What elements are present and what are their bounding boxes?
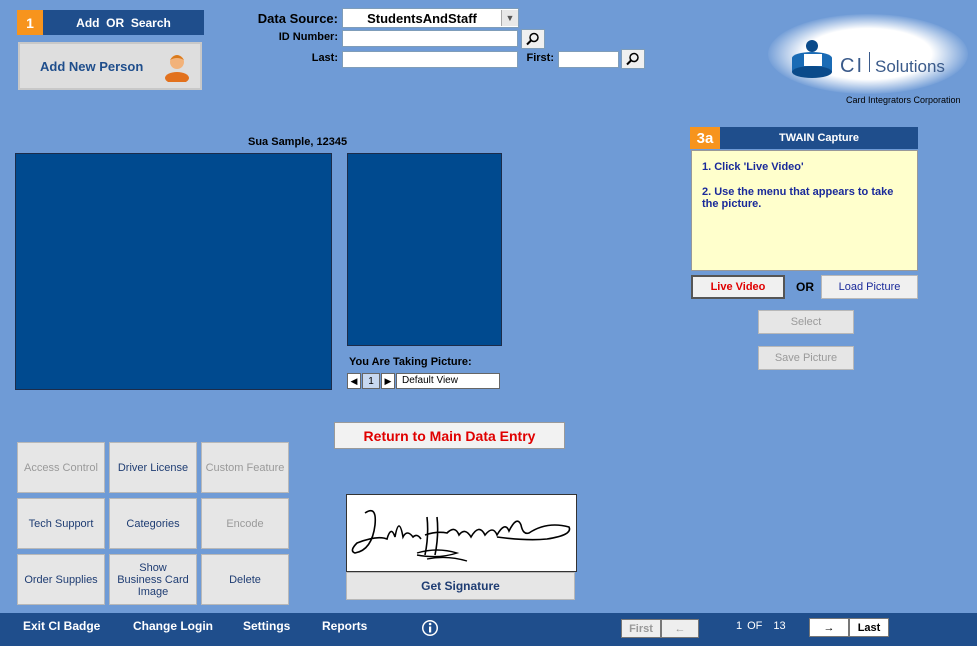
logo-divider bbox=[869, 52, 870, 72]
twain-title: TWAIN Capture bbox=[778, 132, 860, 144]
change-login-link[interactable]: Change Login bbox=[133, 619, 213, 633]
id-search-button[interactable] bbox=[521, 29, 545, 49]
main-photo-panel bbox=[15, 153, 332, 390]
return-main-data-entry-button[interactable]: Return to Main Data Entry bbox=[334, 422, 565, 449]
picture-view-select[interactable]: Default View bbox=[396, 373, 500, 389]
exit-ci-badge-link[interactable]: Exit CI Badge bbox=[23, 619, 100, 633]
or-label: OR bbox=[796, 280, 814, 294]
next-record-button[interactable]: → bbox=[809, 618, 849, 637]
first-name-label: First: bbox=[526, 52, 555, 64]
next-picture-button[interactable]: ▶ bbox=[381, 373, 395, 389]
record-current: 1 bbox=[736, 620, 743, 632]
footer-bar: Exit CI Badge Change Login Settings Repo… bbox=[0, 613, 977, 646]
save-picture-button[interactable]: Save Picture bbox=[758, 346, 854, 370]
prev-record-button[interactable]: ← bbox=[661, 619, 699, 638]
person-name-id: Sua Sample, 12345 bbox=[248, 136, 348, 148]
signature-box bbox=[346, 494, 577, 572]
section-title: Add OR Search bbox=[76, 15, 171, 30]
twain-number: 3a bbox=[690, 127, 720, 149]
info-icon[interactable] bbox=[421, 619, 439, 637]
instruction-step-2: 2. Use the menu that appears to take the… bbox=[702, 186, 894, 210]
person-icon bbox=[165, 55, 189, 82]
record-total: 13 bbox=[773, 620, 786, 632]
section-number: 1 bbox=[17, 10, 43, 35]
tech-support-button[interactable]: Tech Support bbox=[17, 498, 105, 549]
data-source-value: StudentsAndStaff bbox=[367, 10, 477, 26]
first-name-field[interactable] bbox=[558, 51, 619, 68]
search-icon bbox=[626, 52, 639, 66]
logo-brand: CI Solutions bbox=[840, 52, 945, 78]
get-signature-button[interactable]: Get Signature bbox=[346, 572, 575, 600]
driver-license-button[interactable]: Driver License bbox=[109, 442, 197, 493]
load-picture-button[interactable]: Load Picture bbox=[821, 275, 918, 299]
last-record-button[interactable]: Last bbox=[849, 618, 889, 637]
chevron-down-icon[interactable]: ▼ bbox=[501, 10, 518, 26]
categories-button[interactable]: Categories bbox=[109, 498, 197, 549]
last-name-field[interactable] bbox=[342, 51, 518, 68]
preview-photo-panel bbox=[347, 153, 502, 346]
id-number-field[interactable] bbox=[342, 30, 518, 47]
twain-header: 3a TWAIN Capture bbox=[690, 127, 918, 149]
logo-brand-solutions: Solutions bbox=[875, 57, 945, 76]
data-source-label: Data Source: bbox=[257, 11, 338, 26]
custom-feature-button[interactable]: Custom Feature bbox=[201, 442, 289, 493]
name-search-button[interactable] bbox=[621, 49, 645, 69]
logo-brand-ci: CI bbox=[840, 55, 864, 77]
delete-button[interactable]: Delete bbox=[201, 554, 289, 605]
live-video-button[interactable]: Live Video bbox=[691, 275, 785, 299]
record-counter: 1 OF 13 bbox=[736, 620, 786, 632]
record-of: OF bbox=[747, 620, 763, 632]
add-new-person-label: Add New Person bbox=[40, 58, 144, 74]
twain-instructions: 1. Click 'Live Video' 2. Use the menu th… bbox=[691, 150, 918, 271]
settings-link[interactable]: Settings bbox=[243, 619, 290, 633]
picture-nav: ◀ 1 ▶ Default View bbox=[347, 373, 500, 389]
picture-index: 1 bbox=[362, 373, 380, 389]
id-number-label: ID Number: bbox=[278, 31, 338, 43]
logo-tagline: Card Integrators Corporation bbox=[846, 95, 961, 105]
select-button[interactable]: Select bbox=[758, 310, 854, 334]
add-new-person-button[interactable]: Add New Person bbox=[18, 42, 202, 90]
first-record-button[interactable]: First bbox=[621, 619, 661, 638]
section-1-header: 1 Add OR Search bbox=[17, 10, 204, 35]
last-name-label: Last: bbox=[311, 52, 338, 64]
encode-button[interactable]: Encode bbox=[201, 498, 289, 549]
show-business-card-button[interactable]: Show Business Card Image bbox=[109, 554, 197, 605]
signature-image bbox=[351, 509, 571, 562]
ci-logo-icon bbox=[792, 40, 832, 78]
taking-picture-label: You Are Taking Picture: bbox=[349, 356, 472, 368]
order-supplies-button[interactable]: Order Supplies bbox=[17, 554, 105, 605]
instruction-step-1: 1. Click 'Live Video' bbox=[702, 161, 804, 173]
search-icon bbox=[526, 32, 539, 46]
prev-picture-button[interactable]: ◀ bbox=[347, 373, 361, 389]
access-control-button[interactable]: Access Control bbox=[17, 442, 105, 493]
data-source-select[interactable]: StudentsAndStaff ▼ bbox=[342, 8, 519, 28]
reports-link[interactable]: Reports bbox=[322, 619, 367, 633]
